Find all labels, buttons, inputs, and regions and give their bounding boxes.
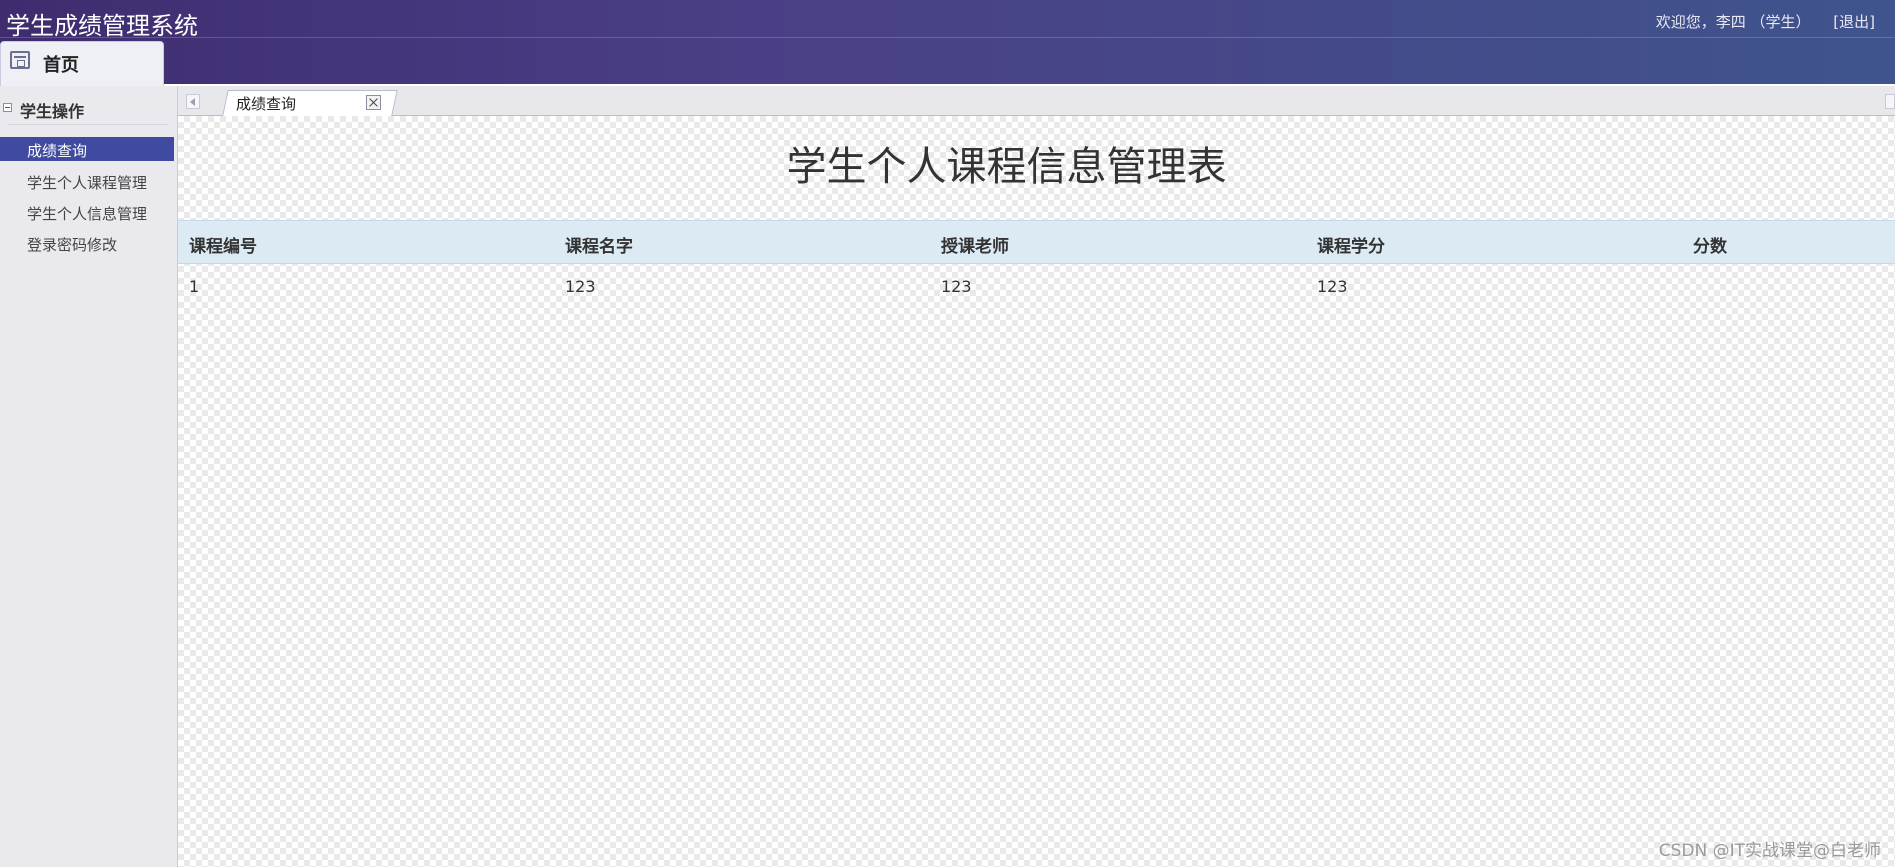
table-row[interactable]: 1 123 123 123: [178, 266, 1895, 304]
tab-scroll-right-icon[interactable]: [1885, 94, 1895, 109]
sidebar-group-student-ops[interactable]: 学生操作: [0, 96, 176, 122]
user-info: 欢迎您，李四 （学生） [退出]: [1656, 11, 1875, 32]
tab-strip: 成绩查询: [178, 86, 1895, 117]
sidebar-item-label: 登录密码修改: [27, 236, 118, 254]
column-header-teacher[interactable]: 授课老师: [941, 232, 1009, 257]
sidebar-item-course-management[interactable]: 学生个人课程管理: [0, 169, 174, 193]
main-content: 学生个人课程信息管理表 课程编号 课程名字 授课老师 课程学分 分数 1 123…: [178, 116, 1895, 867]
cell-course-id: 1: [189, 277, 200, 296]
watermark: CSDN @IT实战课堂@白老师: [1658, 841, 1881, 861]
home-tab[interactable]: 首页: [0, 41, 164, 86]
sidebar-item-grade-query[interactable]: 成绩查询: [0, 137, 174, 161]
sidebar-group-label: 学生操作: [20, 102, 85, 121]
sidebar-item-info-management[interactable]: 学生个人信息管理: [0, 200, 174, 224]
sidebar-item-label: 成绩查询: [27, 142, 88, 160]
tab-scroll-left-icon[interactable]: [186, 94, 200, 109]
table-header: 课程编号 课程名字 授课老师 课程学分 分数: [178, 220, 1895, 264]
tab-grade-query-content[interactable]: 成绩查询: [236, 91, 396, 115]
home-window-icon: [10, 51, 30, 69]
column-header-course-id[interactable]: 课程编号: [189, 232, 257, 257]
collapse-group-icon[interactable]: [3, 103, 12, 112]
cell-teacher: 123: [941, 277, 972, 296]
tab-label: 成绩查询: [236, 95, 297, 113]
app-title: 学生成绩管理系统: [6, 12, 198, 40]
column-header-course-name[interactable]: 课程名字: [565, 232, 633, 257]
column-header-credits[interactable]: 课程学分: [1317, 232, 1385, 257]
sidebar-item-password-change[interactable]: 登录密码修改: [0, 231, 174, 255]
cell-credits: 123: [1317, 277, 1348, 296]
logout-link[interactable]: [退出]: [1833, 13, 1875, 31]
welcome-text: 欢迎您，李四 （学生）: [1655, 13, 1811, 31]
sidebar-divider: [8, 124, 168, 125]
column-header-score[interactable]: 分数: [1693, 232, 1727, 257]
home-tab-label: 首页: [43, 55, 79, 76]
header-divider: [0, 37, 1895, 38]
sidebar-item-label: 学生个人课程管理: [27, 174, 148, 192]
page-title-text: 学生个人课程信息管理表: [786, 144, 1227, 190]
sidebar: 学生操作 成绩查询 学生个人课程管理 学生个人信息管理 登录密码修改: [0, 86, 178, 867]
close-icon[interactable]: [366, 95, 381, 110]
app-header: 学生成绩管理系统 欢迎您，李四 （学生） [退出]: [0, 0, 1895, 84]
sidebar-item-label: 学生个人信息管理: [27, 205, 148, 223]
page-title: 学生个人课程信息管理表: [178, 134, 1895, 192]
cell-course-name: 123: [565, 277, 596, 296]
